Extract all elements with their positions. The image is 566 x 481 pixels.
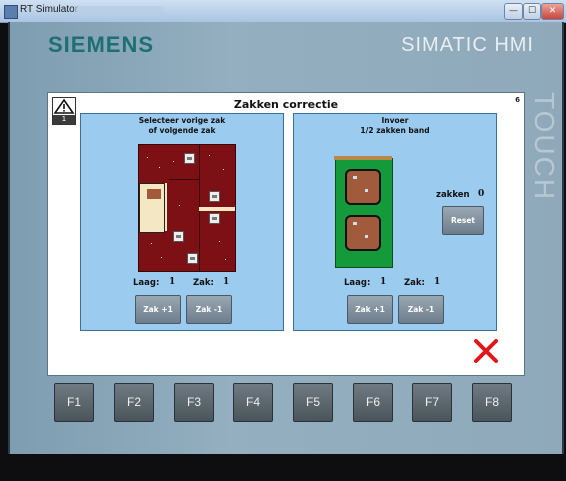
function-key-f4[interactable]: F4 [233, 383, 273, 422]
bag-select-title-1: Selecteer vorige zak [138, 116, 226, 125]
bag-tag [209, 213, 220, 224]
bag-on-band [345, 215, 381, 251]
alarm-count: 1 [53, 115, 75, 124]
conveyor-input-panel: Invoer 1/2 zakken band zakken 0 Reset La… [293, 113, 497, 331]
bags-value: 0 [478, 189, 485, 199]
page-title: Zakken correctie [233, 98, 339, 111]
function-key-f1[interactable]: F1 [54, 383, 94, 422]
conveyor-title-2: 1/2 zakken band [360, 126, 430, 135]
maximize-button[interactable]: ☐ [523, 3, 541, 20]
conveyor-band [334, 156, 393, 268]
app-icon [4, 5, 18, 19]
layer-label: Laag: [133, 278, 160, 288]
next-bag-button[interactable]: Zak +1 [347, 295, 393, 324]
side-touch-label: TOUCH [529, 92, 560, 202]
bag-tag [173, 231, 184, 242]
hmi-screen: 1 Zakken correctie 6 Selecteer vorige za… [47, 92, 525, 376]
bag-tag [184, 153, 195, 164]
band-roller [334, 156, 392, 160]
window-title: RT Simulator [20, 4, 78, 15]
bag-tag [187, 253, 198, 264]
function-key-f2[interactable]: F2 [114, 383, 154, 422]
window-titlebar: RT Simulator — ☐ ✕ [0, 0, 566, 23]
pallet-divider [169, 179, 199, 180]
minimize-button[interactable]: — [504, 3, 523, 20]
bag-label: Zak: [404, 278, 425, 288]
bag-on-band [345, 169, 381, 205]
pallet-divider [199, 207, 235, 211]
bag-label: Zak: [193, 278, 214, 288]
bag-tag [209, 191, 220, 202]
layer-label: Laag: [344, 278, 371, 288]
function-key-f7[interactable]: F7 [412, 383, 452, 422]
product-name: SIMATIC HMI [401, 34, 534, 56]
screen-number: 6 [515, 96, 520, 104]
active-bag [147, 189, 161, 199]
reset-button[interactable]: Reset [442, 206, 484, 235]
bags-label: zakken [436, 190, 470, 200]
pallet-divider [165, 183, 167, 231]
prev-bag-button[interactable]: Zak -1 [186, 295, 232, 324]
prev-bag-button[interactable]: Zak -1 [398, 295, 444, 324]
close-icon[interactable] [472, 337, 500, 365]
next-bag-button[interactable]: Zak +1 [135, 295, 181, 324]
function-key-f3[interactable]: F3 [174, 383, 214, 422]
pallet-layout [138, 144, 236, 272]
function-key-f6[interactable]: F6 [353, 383, 393, 422]
function-key-f5[interactable]: F5 [293, 383, 333, 422]
bag-select-panel: Selecteer vorige zak of volgende zak Laa… [80, 113, 284, 331]
layer-value: 1 [380, 277, 387, 287]
function-key-f8[interactable]: F8 [472, 383, 512, 422]
bag-select-title-2: of volgende zak [148, 126, 216, 135]
bag-value: 1 [223, 277, 230, 287]
blurred-menu [74, 6, 164, 14]
close-window-button[interactable]: ✕ [541, 3, 564, 20]
conveyor-title-1: Invoer [381, 116, 409, 125]
layer-value: 1 [169, 277, 176, 287]
brand-logo: SIEMENS [48, 32, 155, 57]
bag-value: 1 [434, 277, 441, 287]
